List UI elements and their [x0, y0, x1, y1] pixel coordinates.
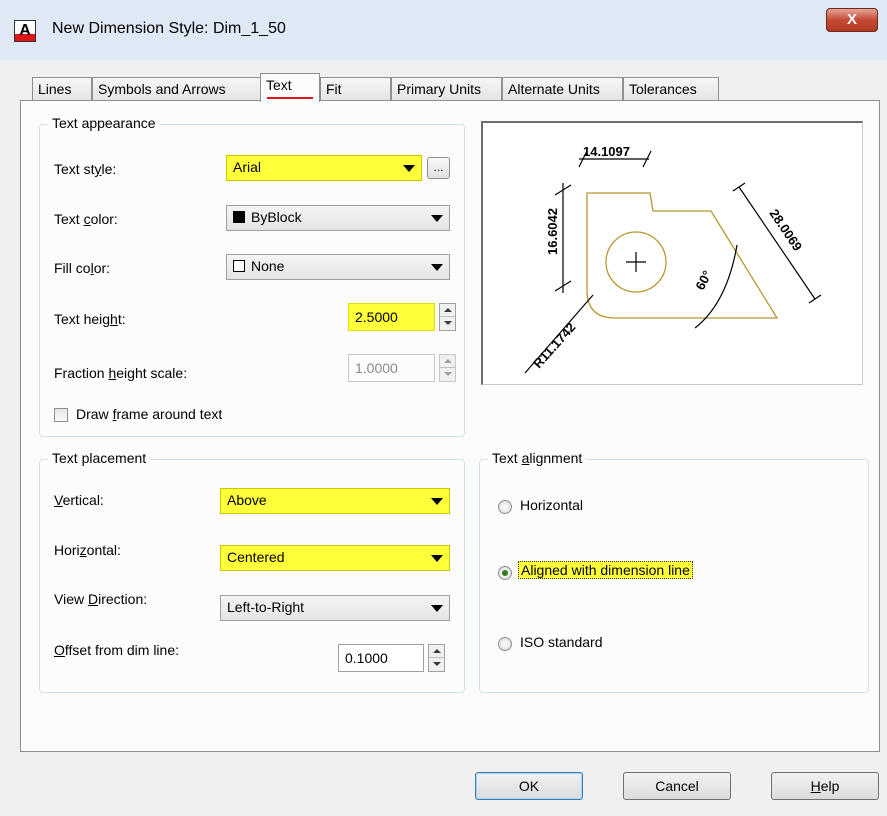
chevron-down-icon [431, 605, 443, 612]
chevron-down-icon [431, 555, 443, 562]
text-appearance-group: Text appearance Text style: Arial ... Te… [39, 115, 465, 437]
view-direction-select[interactable]: Left-to-Right [220, 595, 450, 621]
window-title: New Dimension Style: Dim_1_50 [52, 20, 286, 37]
cancel-button[interactable]: Cancel [623, 772, 731, 800]
radio-aligned[interactable] [498, 566, 512, 580]
dim-text-right: 28.0069 [767, 206, 806, 253]
text-alignment-group: Text alignment Horizontal Aligned with d… [479, 450, 869, 693]
spin-down-icon[interactable] [440, 317, 455, 330]
offset-input[interactable]: 0.1000 [338, 644, 424, 672]
app-icon: A [14, 20, 36, 42]
horizontal-select[interactable]: Centered [220, 545, 450, 571]
draw-frame-label[interactable]: Draw frame around text [76, 406, 222, 422]
radio-aligned-label[interactable]: Aligned with dimension line [518, 561, 693, 579]
text-placement-title: Text placement [48, 450, 151, 466]
tab-text-label: Text [266, 77, 292, 93]
text-height-label: Text height: [54, 311, 126, 327]
dim-text-left: 16.6042 [545, 208, 560, 255]
tab-primary-units[interactable]: Primary Units [391, 77, 502, 101]
dimension-preview: 14.1097 16.6042 28.0069 60° R11.1742 [481, 121, 863, 385]
chevron-down-icon [403, 165, 415, 172]
preview-outline-shape [586, 192, 779, 319]
tab-underline-mark [267, 97, 313, 99]
tab-fit[interactable]: Fit [320, 77, 391, 101]
fraction-height-scale-spinner [439, 354, 456, 382]
dialog-body: Lines Symbols and Arrows Text Fit Primar… [0, 60, 887, 816]
spin-up-icon [440, 355, 455, 368]
radio-iso-standard[interactable] [498, 637, 512, 651]
text-placement-group: Text placement Vertical: Above Horizonta… [39, 450, 465, 693]
color-swatch-icon [233, 211, 245, 223]
help-button[interactable]: Help [771, 772, 879, 800]
text-style-label: Text style: [54, 161, 117, 177]
text-appearance-title: Text appearance [48, 115, 160, 131]
radio-iso-standard-label[interactable]: ISO standard [520, 634, 603, 650]
text-color-label: Text color: [54, 211, 118, 227]
close-button[interactable]: X [826, 8, 878, 32]
tab-lines[interactable]: Lines [32, 77, 92, 101]
draw-frame-checkbox[interactable] [54, 408, 68, 422]
dim-text-top: 14.1097 [583, 144, 630, 159]
ok-button[interactable]: OK [475, 772, 583, 800]
chevron-down-icon [431, 264, 443, 271]
radio-horizontal-label[interactable]: Horizontal [520, 497, 583, 513]
tab-text[interactable]: Text [260, 73, 320, 102]
horizontal-label: Horizontal: [54, 542, 121, 558]
text-height-input[interactable]: 2.5000 [348, 303, 435, 331]
spin-down-icon [440, 368, 455, 381]
tab-panel-text: Text appearance Text style: Arial ... Te… [20, 100, 880, 752]
chevron-down-icon [431, 498, 443, 505]
arrow-tick-icon [808, 294, 822, 304]
fraction-height-scale-label: Fraction height scale: [54, 365, 188, 381]
spin-up-icon[interactable] [440, 304, 455, 317]
color-swatch-icon [233, 260, 245, 272]
title-bar: A New Dimension Style: Dim_1_50 X [0, 0, 887, 60]
tab-symbols-and-arrows[interactable]: Symbols and Arrows [92, 77, 261, 101]
text-height-spinner[interactable] [439, 303, 456, 331]
offset-label: Offset from dim line: [54, 642, 180, 658]
text-alignment-title: Text alignment [488, 450, 587, 466]
vertical-select[interactable]: Above [220, 488, 450, 514]
tab-tolerances[interactable]: Tolerances [623, 77, 719, 101]
arrow-tick-icon [732, 182, 746, 192]
spin-up-icon[interactable] [429, 645, 444, 658]
view-direction-label: View Direction: [54, 591, 148, 607]
fill-color-select[interactable]: None [226, 254, 450, 280]
vertical-label: Vertical: [54, 492, 104, 508]
radio-horizontal[interactable] [498, 500, 512, 514]
dim-text-angle: 60° [692, 268, 714, 292]
preview-drawing: 14.1097 16.6042 28.0069 60° R11.1742 [524, 144, 822, 374]
fill-color-label: Fill color: [54, 260, 111, 276]
text-style-select[interactable]: Arial [226, 155, 422, 181]
spin-down-icon[interactable] [429, 658, 444, 671]
text-style-browse-button[interactable]: ... [427, 157, 450, 179]
text-color-select[interactable]: ByBlock [226, 205, 450, 231]
tab-alternate-units[interactable]: Alternate Units [502, 77, 623, 101]
fraction-height-scale-input: 1.0000 [348, 354, 435, 382]
dim-text-radius: R11.1742 [530, 320, 578, 371]
chevron-down-icon [431, 215, 443, 222]
offset-spinner[interactable] [428, 644, 445, 672]
